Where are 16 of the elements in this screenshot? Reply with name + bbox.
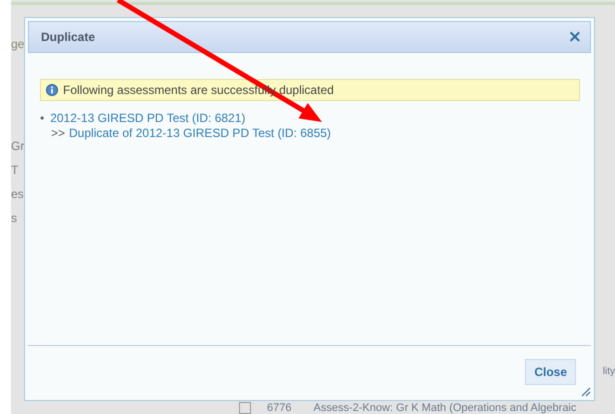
- checkbox[interactable]: [239, 402, 251, 414]
- duplicate-link[interactable]: Duplicate of 2012-13 GIRESD PD Test (ID: 6855): [69, 126, 331, 141]
- bullet-mark: •: [40, 111, 44, 126]
- prefix-text: >>: [51, 126, 66, 141]
- background-text: ge: [11, 36, 26, 53]
- table-cell: 6776: [267, 402, 292, 414]
- resize-grip-icon[interactable]: [581, 387, 591, 397]
- assessment-link[interactable]: 2012-13 GIRESD PD Test (ID: 6821): [50, 111, 246, 126]
- background-text: T: [11, 162, 20, 179]
- close-button[interactable]: Close: [525, 358, 576, 384]
- dialog-title: Duplicate: [41, 30, 96, 44]
- table-cell[interactable]: Assess-2-Know: Gr K Math (Operations and Algebraic: [313, 402, 576, 414]
- info-icon: [46, 84, 58, 96]
- background-text: Gr: [11, 138, 26, 155]
- background-text: es: [11, 186, 25, 203]
- background-text: s: [11, 210, 18, 227]
